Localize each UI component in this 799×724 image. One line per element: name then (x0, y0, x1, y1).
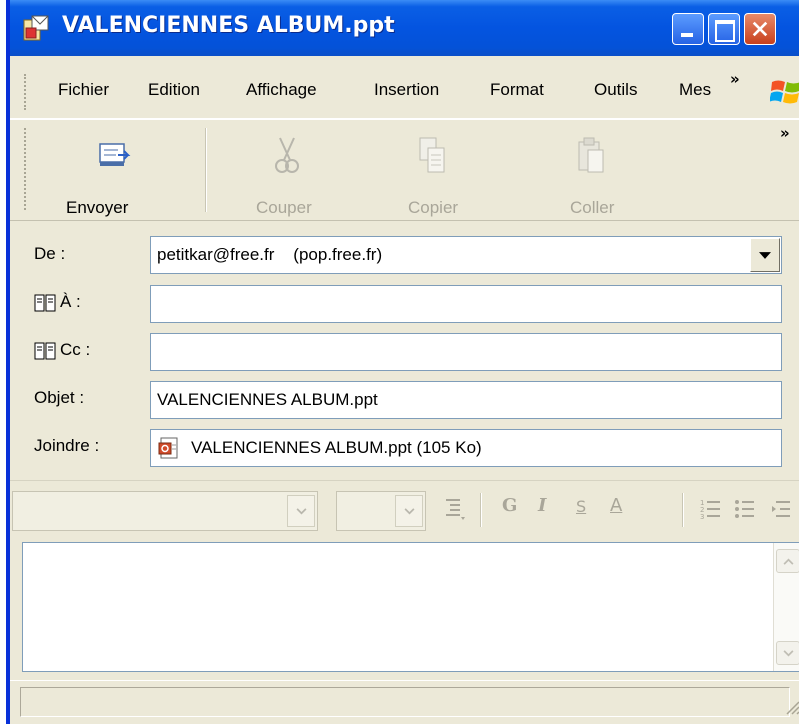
minimize-button[interactable] (672, 13, 704, 45)
copy-button: Copier (390, 130, 490, 220)
message-icon (23, 15, 49, 41)
from-label: De : (34, 244, 66, 263)
send-button[interactable]: Envoyer (50, 130, 180, 220)
format-separator (682, 493, 684, 527)
resize-grip-icon[interactable] (782, 697, 799, 715)
indent-icon (772, 501, 790, 517)
windows-logo-icon (770, 80, 799, 104)
menu-fichier[interactable]: Fichier (58, 80, 109, 100)
address-book-icon[interactable] (34, 294, 56, 312)
menu-outils[interactable]: Outils (594, 80, 637, 100)
powerpoint-file-icon (158, 437, 178, 459)
svg-text:3: 3 (700, 513, 704, 521)
close-icon (752, 21, 768, 37)
menu-overflow-chevron[interactable]: » (730, 70, 740, 88)
to-field[interactable] (150, 285, 782, 323)
minimize-icon (681, 33, 693, 37)
bold-button: G (502, 495, 518, 516)
menu-insertion[interactable]: Insertion (374, 80, 439, 100)
scroll-up-button[interactable] (776, 549, 799, 573)
paste-label: Coller (570, 198, 615, 217)
message-body[interactable] (22, 542, 799, 672)
paragraph-style-icon (446, 499, 465, 520)
scroll-down-button[interactable] (776, 641, 799, 665)
toolbar-separator (205, 128, 207, 212)
close-button[interactable] (744, 13, 776, 45)
send-label: Envoyer (66, 198, 129, 217)
from-select[interactable]: petitkar@free.fr (pop.free.fr) (150, 236, 782, 274)
chevron-up-icon (783, 558, 794, 565)
subject-field[interactable]: VALENCIENNES ALBUM.ppt (150, 381, 782, 419)
italic-button: I (538, 495, 547, 516)
paste-icon (578, 137, 604, 173)
body-scrollbar[interactable] (773, 543, 799, 671)
cc-label[interactable]: Cc : (60, 340, 90, 360)
send-icon (99, 143, 131, 166)
chevron-down-icon (404, 508, 415, 515)
underline-button: S (576, 497, 587, 516)
main-toolbar: Envoyer Couper Copier Coller » (10, 119, 799, 221)
chevron-down-icon (759, 252, 771, 259)
status-bar (10, 680, 799, 724)
attachment-field[interactable]: VALENCIENNES ALBUM.ppt (105 Ko) (150, 429, 782, 467)
bulleted-list-icon (735, 500, 754, 518)
message-header: De : petitkar@free.fr (pop.free.fr) À : … (10, 222, 799, 480)
cut-label: Couper (256, 198, 312, 217)
cut-button: Couper (240, 130, 340, 220)
maximize-icon (715, 20, 735, 42)
attachment-name[interactable]: VALENCIENNES ALBUM.ppt (105 Ko) (191, 438, 482, 457)
paste-button: Coller (550, 130, 650, 220)
cc-field[interactable] (150, 333, 782, 371)
menu-affichage[interactable]: Affichage (246, 80, 317, 100)
maximize-button[interactable] (708, 13, 740, 45)
menu-messages[interactable]: Mes (679, 80, 713, 100)
font-name-combo (12, 491, 318, 531)
compose-window: VALENCIENNES ALBUM.ppt Fichier Edition A… (6, 0, 799, 724)
menu-bar: Fichier Edition Affichage Insertion Form… (10, 56, 799, 119)
format-toolbar: G I S A 1 2 3 (10, 480, 799, 541)
window-title: VALENCIENNES ALBUM.ppt (62, 13, 395, 38)
toolbar-overflow-chevron[interactable]: » (780, 124, 790, 142)
from-dropdown-button[interactable] (750, 238, 780, 272)
menu-edition[interactable]: Edition (148, 80, 200, 100)
attach-label: Joindre : (34, 436, 100, 455)
menu-grip[interactable] (24, 74, 29, 110)
subject-label: Objet : (34, 388, 85, 407)
font-size-dropdown (395, 495, 423, 527)
font-size-combo (336, 491, 426, 531)
font-color-button: A (610, 495, 623, 516)
numbered-list-icon: 1 2 3 (700, 499, 720, 521)
toolbar-grip[interactable] (24, 128, 29, 210)
chevron-down-icon (783, 650, 794, 657)
scissors-icon (275, 137, 299, 173)
copy-icon (419, 137, 445, 173)
status-pane (20, 687, 790, 717)
to-label[interactable]: À : (60, 292, 81, 312)
chevron-down-icon (296, 508, 307, 515)
address-book-icon[interactable] (34, 342, 56, 360)
menu-format[interactable]: Format (490, 80, 544, 100)
font-name-dropdown (287, 495, 315, 527)
format-separator (480, 493, 482, 527)
copy-label: Copier (408, 198, 459, 217)
title-bar[interactable]: VALENCIENNES ALBUM.ppt (10, 0, 799, 56)
from-value: petitkar@free.fr (pop.free.fr) (157, 245, 383, 264)
